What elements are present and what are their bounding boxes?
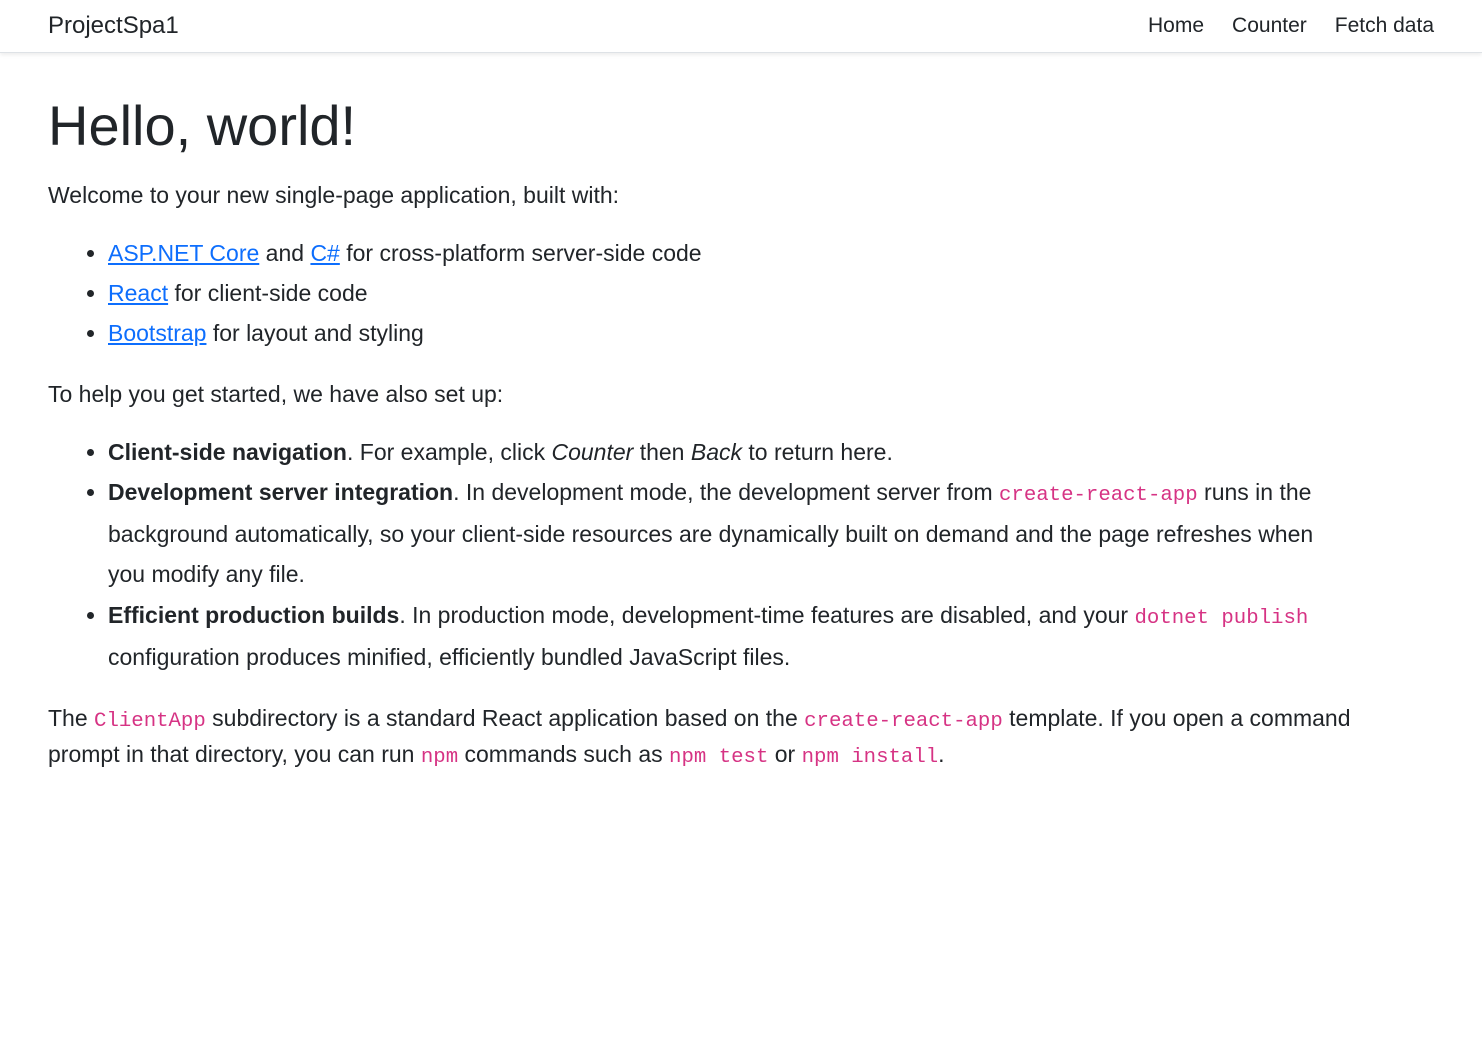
footer-paragraph: The ClientApp subdirectory is a standard… — [48, 701, 1352, 773]
page-heading: Hello, world! — [48, 93, 1352, 158]
inline-code: create-react-app — [999, 484, 1198, 507]
list-item: Efficient production builds. In producti… — [108, 595, 1352, 677]
italic-text: Counter — [551, 439, 633, 465]
bold-text: Client-side navigation — [108, 439, 347, 465]
list-item: ASP.NET Core and C# for cross-platform s… — [108, 233, 1352, 273]
inline-code: npm — [421, 746, 458, 769]
inline-code: create-react-app — [804, 710, 1003, 733]
list-item: Bootstrap for layout and styling — [108, 313, 1352, 353]
main-container: Hello, world! Welcome to your new single… — [0, 53, 1400, 823]
inline-code: dotnet publish — [1134, 607, 1308, 630]
nav-link-fetch-data[interactable]: Fetch data — [1335, 14, 1434, 37]
inline-code: npm test — [669, 746, 768, 769]
setup-intro-paragraph: To help you get started, we have also se… — [48, 377, 1352, 412]
list-item: Development server integration. In devel… — [108, 472, 1352, 595]
list-item: Client-side navigation. For example, cli… — [108, 432, 1352, 472]
setup-list: Client-side navigation. For example, cli… — [48, 432, 1352, 677]
list-item: React for client-side code — [108, 273, 1352, 313]
content-link[interactable]: Bootstrap — [108, 320, 206, 346]
navbar-nav: Home Counter Fetch data — [1148, 14, 1434, 38]
bold-text: Efficient production builds — [108, 602, 399, 628]
content-link[interactable]: React — [108, 280, 168, 306]
inline-code: ClientApp — [94, 710, 206, 733]
content-link[interactable]: ASP.NET Core — [108, 240, 259, 266]
navbar-brand[interactable]: ProjectSpa1 — [48, 12, 179, 40]
inline-code: npm install — [802, 746, 939, 769]
tech-list: ASP.NET Core and C# for cross-platform s… — [48, 233, 1352, 354]
bold-text: Development server integration — [108, 479, 453, 505]
intro-paragraph: Welcome to your new single-page applicat… — [48, 178, 1352, 213]
nav-link-counter[interactable]: Counter — [1232, 14, 1307, 37]
navbar: ProjectSpa1 Home Counter Fetch data — [0, 0, 1482, 53]
content-link[interactable]: C# — [310, 240, 339, 266]
nav-link-home[interactable]: Home — [1148, 14, 1204, 37]
italic-text: Back — [691, 439, 742, 465]
